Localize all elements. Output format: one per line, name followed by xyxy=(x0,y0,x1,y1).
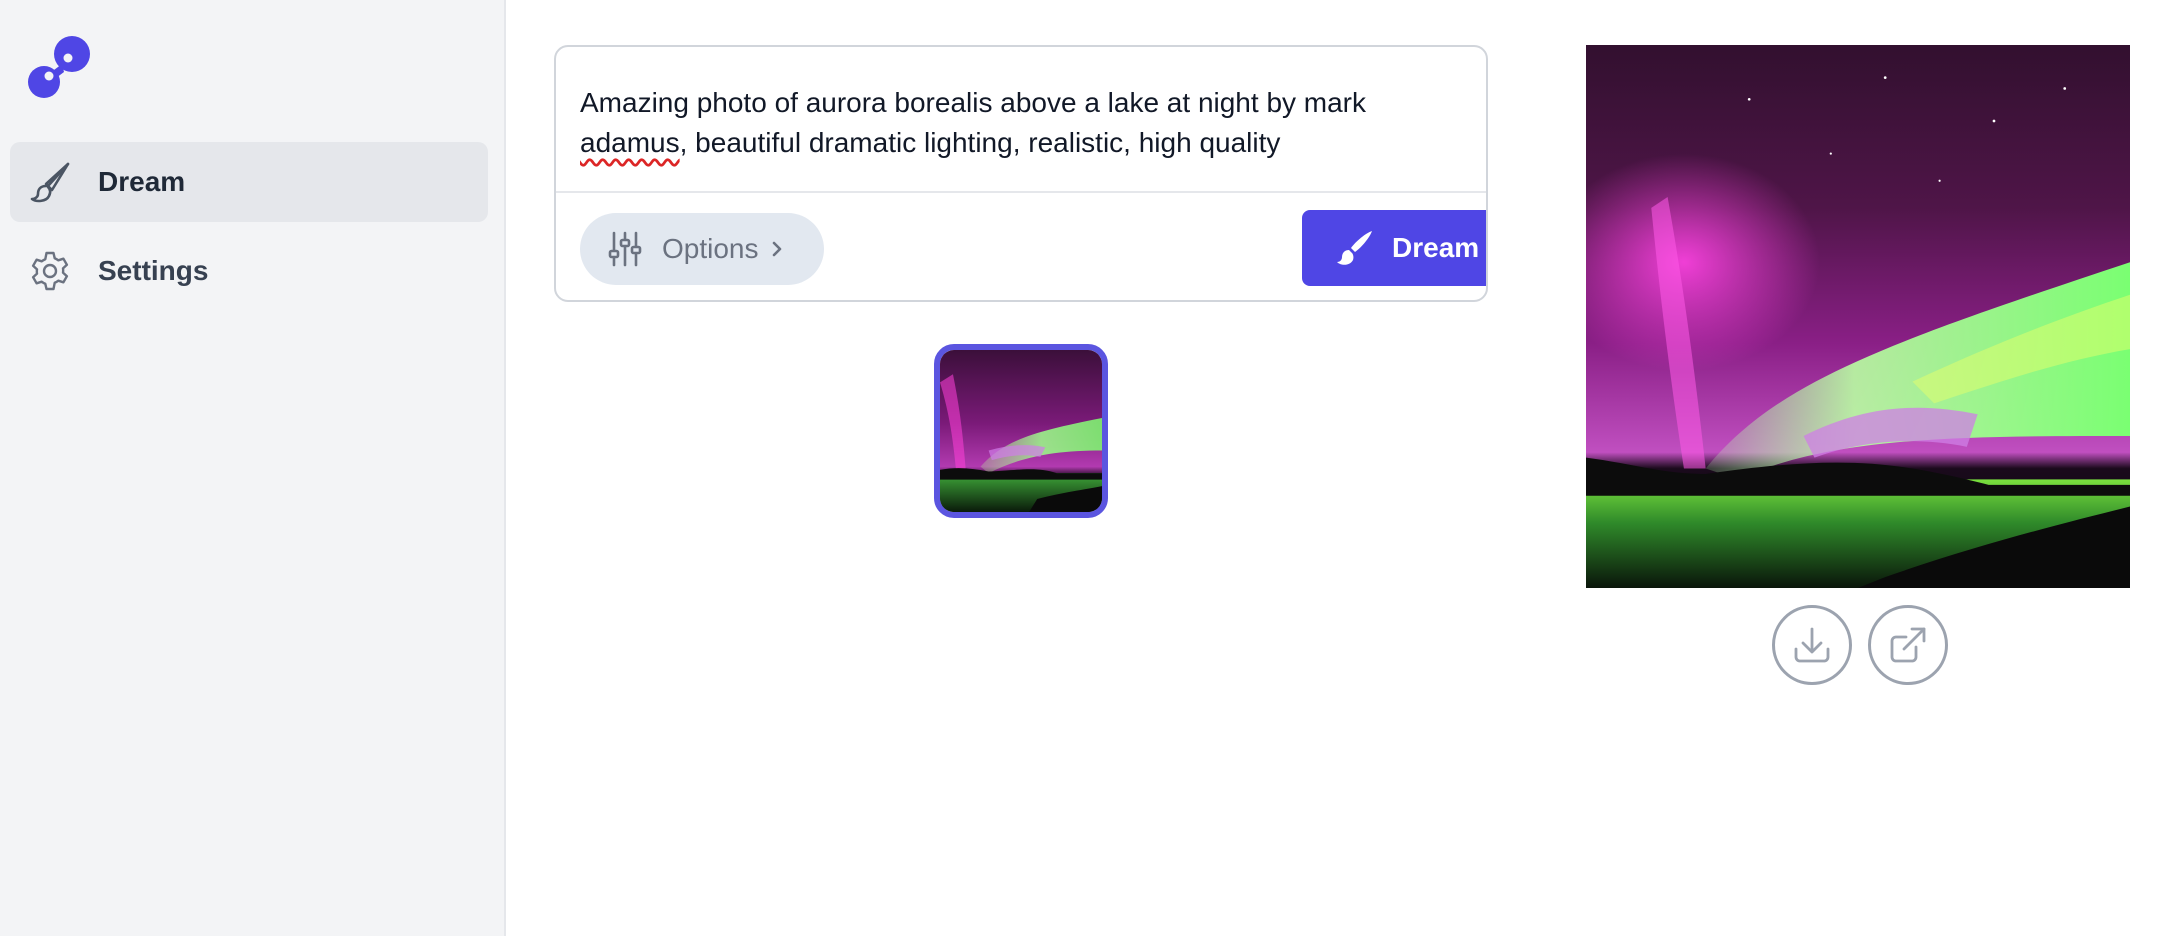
download-icon xyxy=(1794,627,1830,663)
sidebar: Dream Settings xyxy=(0,0,506,936)
chevron-right-icon xyxy=(769,237,785,261)
open-external-button[interactable] xyxy=(1868,605,1948,685)
dream-button[interactable]: Dream xyxy=(1302,210,1486,286)
download-button[interactable] xyxy=(1772,605,1852,685)
options-label: Options xyxy=(662,233,759,264)
sidebar-item-label: Dream xyxy=(98,166,186,197)
sliders-icon xyxy=(608,231,642,267)
dream-button-label: Dream xyxy=(1392,232,1480,263)
paintbrush-icon xyxy=(1336,229,1374,267)
aurora-thumbnail[interactable] xyxy=(934,344,1108,518)
prompt-text-part: , beautiful dramatic lighting, realistic… xyxy=(679,127,1281,158)
external-link-icon xyxy=(1890,627,1926,663)
app-logo-icon[interactable] xyxy=(28,36,90,100)
sidebar-item-label: Settings xyxy=(98,255,209,286)
sidebar-item-settings[interactable]: Settings xyxy=(10,231,488,311)
prompt-input[interactable]: Amazing photo of aurora borealis above a… xyxy=(556,47,1486,193)
main-content: Amazing photo of aurora borealis above a… xyxy=(508,0,1536,936)
prompt-card: Amazing photo of aurora borealis above a… xyxy=(554,45,1488,302)
sidebar-item-dream[interactable]: Dream xyxy=(10,142,488,222)
paintbrush-icon xyxy=(28,160,72,204)
preview-panel xyxy=(1538,0,2160,936)
aurora-preview-image xyxy=(1586,45,2130,588)
options-button[interactable]: Options xyxy=(580,213,824,285)
prompt-text-part: Amazing photo of aurora borealis above a… xyxy=(580,87,1367,118)
gear-icon xyxy=(28,249,72,293)
prompt-misspelled-word: adamus xyxy=(580,127,680,158)
